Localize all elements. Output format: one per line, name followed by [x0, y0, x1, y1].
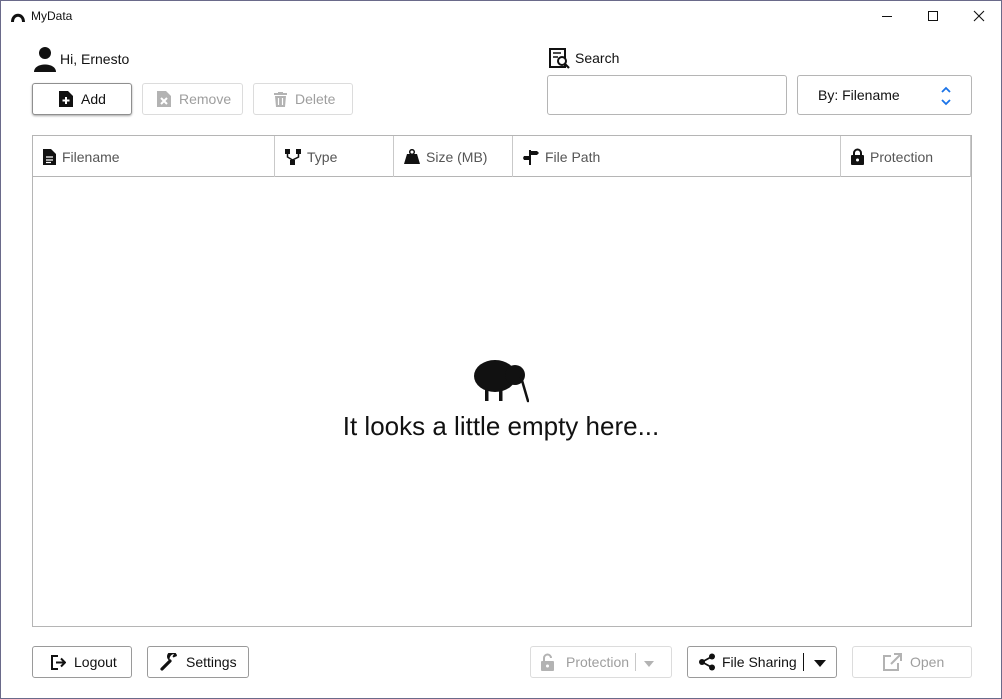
split-divider — [802, 653, 804, 671]
file-icon — [43, 148, 56, 165]
column-label: File Path — [545, 148, 601, 165]
split-divider — [635, 653, 637, 671]
logout-button[interactable]: Logout — [32, 646, 132, 678]
weight-icon — [404, 149, 420, 164]
delete-button[interactable]: Delete — [253, 83, 353, 115]
app-logo-icon — [10, 9, 26, 28]
column-file-path[interactable]: File Path — [513, 136, 841, 177]
kiwi-bird-icon — [473, 360, 530, 407]
close-button[interactable] — [956, 1, 1002, 31]
add-button[interactable]: Add — [32, 83, 132, 115]
user-greeting: Hi, Ernesto — [60, 51, 130, 67]
signpost-icon — [523, 149, 539, 165]
protection-dropdown-icon[interactable] — [644, 654, 655, 670]
minimize-icon — [882, 16, 892, 17]
protection-split-button[interactable]: Protection — [530, 646, 672, 678]
column-filename[interactable]: Filename — [33, 136, 275, 177]
maximize-icon — [928, 11, 938, 21]
column-type[interactable]: Type — [275, 136, 394, 177]
window-title: MyData — [31, 9, 73, 23]
protection-label: Protection — [566, 654, 630, 670]
branch-icon — [285, 148, 301, 165]
settings-label: Settings — [186, 654, 237, 670]
file-sharing-split-button[interactable]: File Sharing — [687, 646, 837, 678]
open-label: Open — [910, 654, 945, 670]
search-label: Search — [575, 50, 620, 66]
column-label: Protection — [870, 148, 934, 165]
minimize-button[interactable] — [864, 1, 910, 31]
table-header: Filename Type Size (MB) File Path Protec… — [33, 136, 971, 177]
search-by-value: By: Filename — [818, 87, 900, 103]
empty-state — [1, 359, 1001, 408]
settings-button[interactable]: Settings — [147, 646, 249, 678]
add-label: Add — [81, 91, 106, 107]
unlock-icon — [541, 653, 558, 671]
title-bar: MyData — [1, 1, 1001, 31]
trash-icon — [274, 91, 287, 107]
delete-label: Delete — [295, 91, 336, 107]
share-icon — [698, 653, 716, 671]
remove-label: Remove — [179, 91, 232, 107]
search-input[interactable] — [547, 75, 787, 115]
column-label: Filename — [62, 148, 120, 165]
open-button[interactable]: Open — [852, 646, 972, 678]
maximize-button[interactable] — [910, 1, 956, 31]
column-label: Size (MB) — [426, 148, 488, 165]
column-size[interactable]: Size (MB) — [394, 136, 513, 177]
column-label: Type — [307, 148, 338, 165]
lock-icon — [851, 148, 864, 165]
remove-file-icon — [157, 91, 171, 107]
column-protection[interactable]: Protection — [841, 136, 971, 177]
external-link-icon — [883, 653, 902, 671]
select-spinner-icon — [941, 85, 951, 110]
empty-message: It looks a little empty here... — [342, 411, 660, 441]
user-icon — [34, 46, 56, 77]
search-file-icon — [549, 48, 570, 74]
logout-icon — [51, 654, 66, 670]
file-sharing-dropdown-icon[interactable] — [813, 654, 826, 670]
search-by-select[interactable]: By: Filename — [797, 75, 972, 115]
file-sharing-label: File Sharing — [722, 654, 797, 670]
wrench-icon — [160, 653, 178, 671]
add-file-icon — [59, 91, 73, 107]
remove-button[interactable]: Remove — [142, 83, 243, 115]
logout-label: Logout — [74, 654, 117, 670]
close-icon — [973, 10, 985, 22]
